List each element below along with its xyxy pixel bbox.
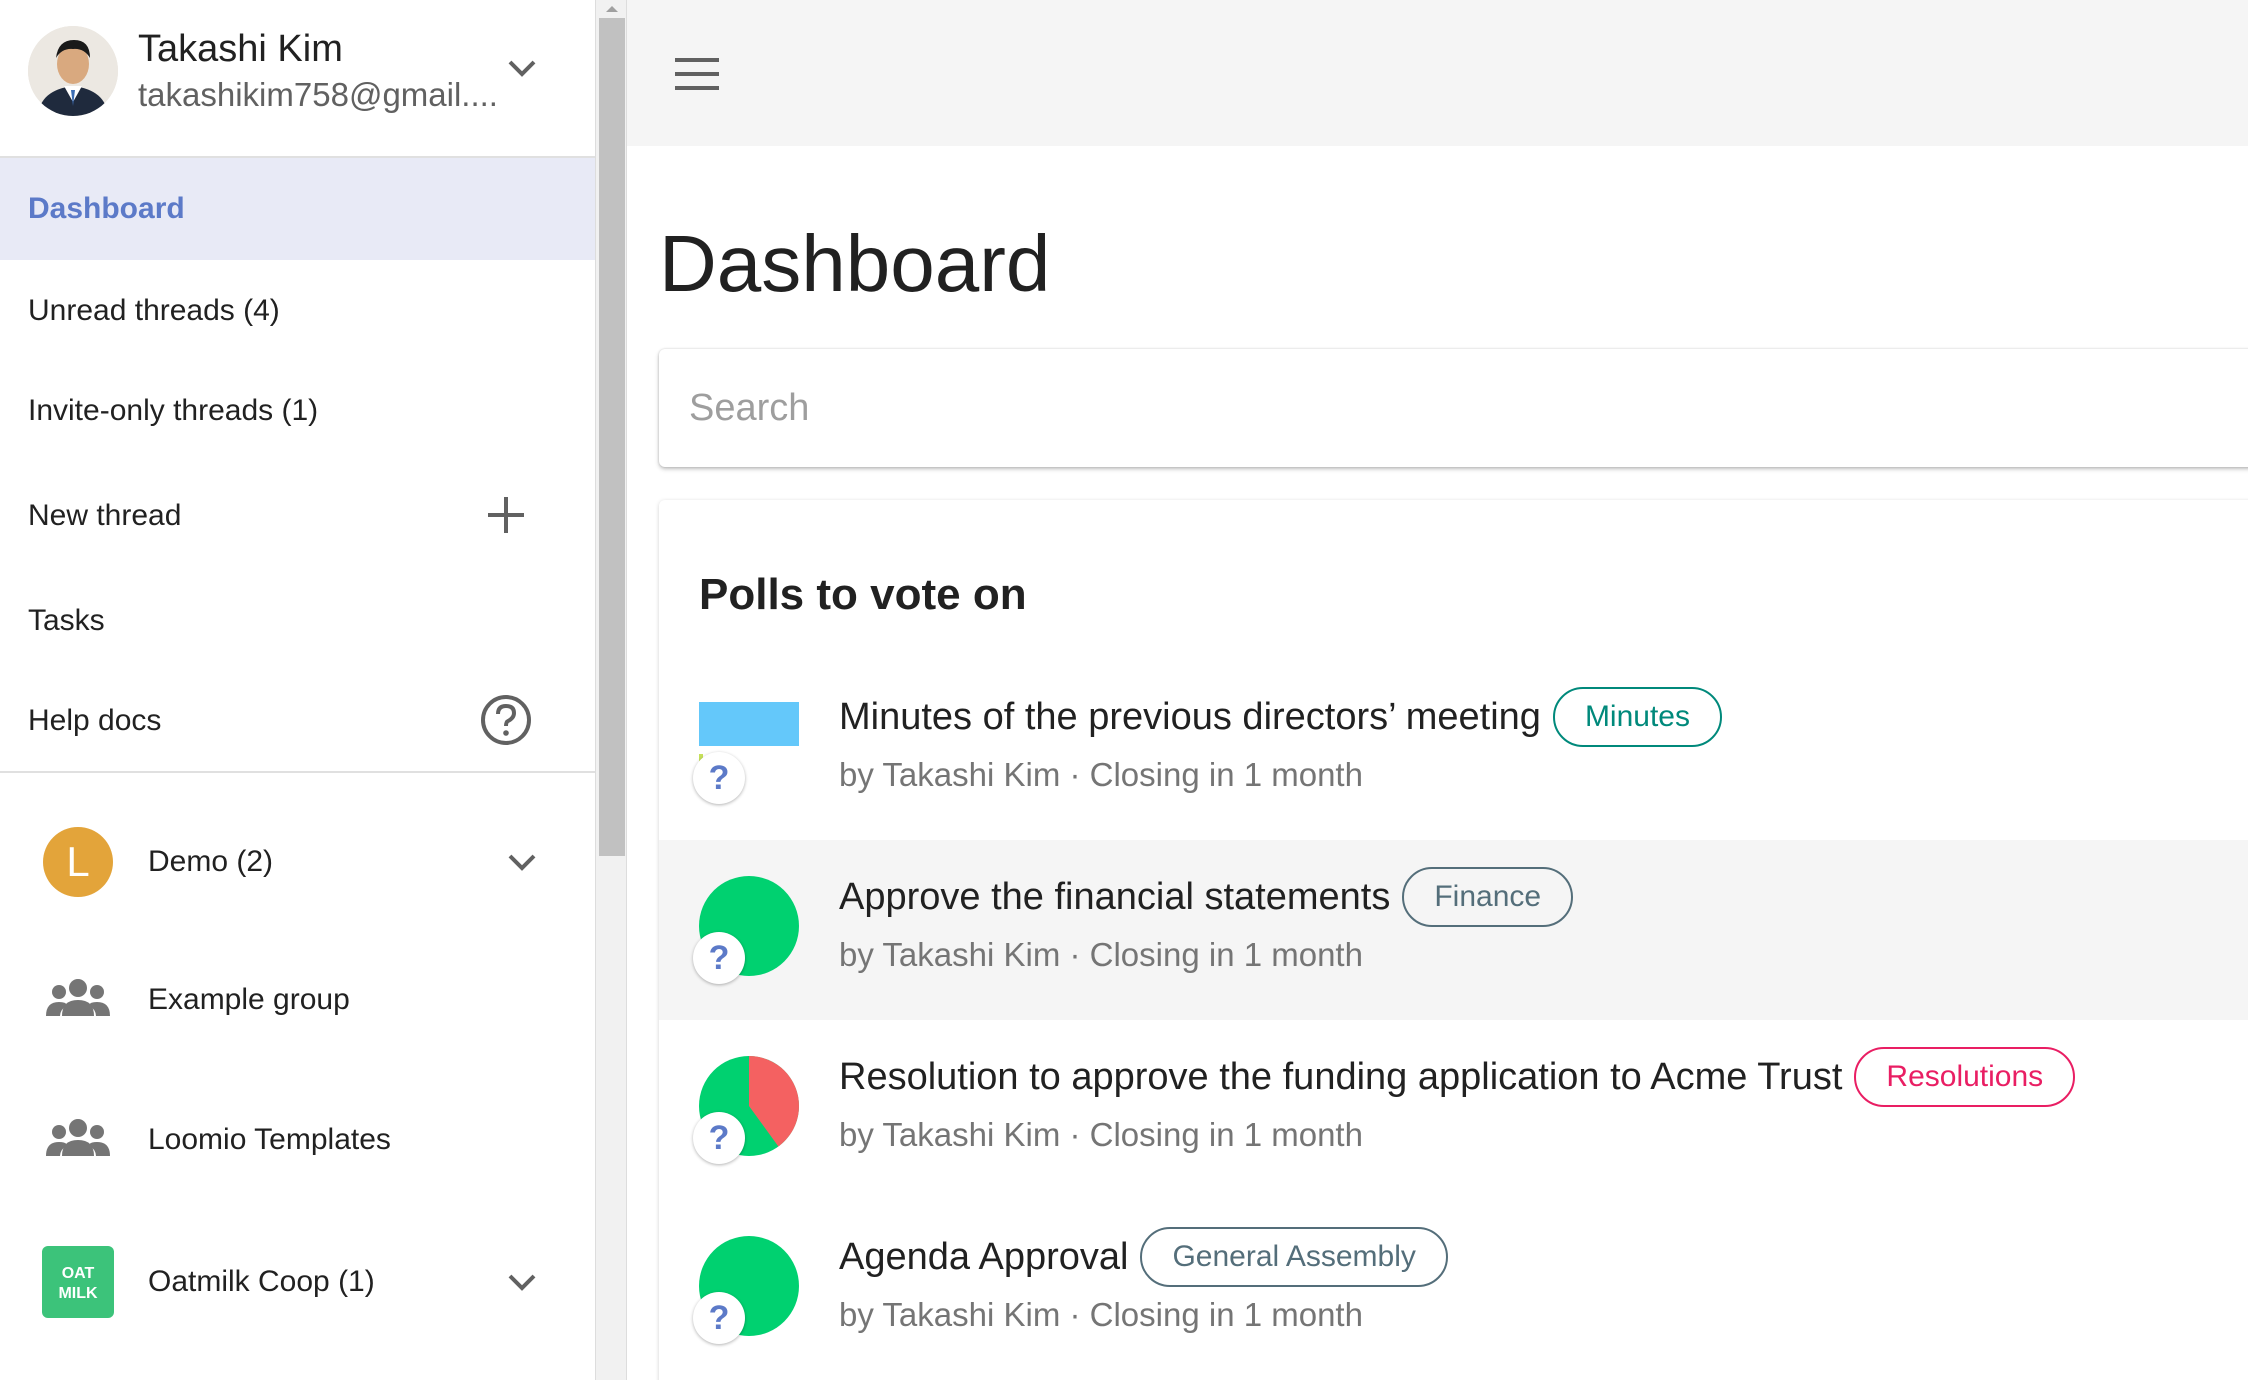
svg-text:OAT: OAT	[62, 1265, 95, 1282]
nav-new-thread[interactable]: New thread	[0, 465, 595, 567]
nav-help-docs-label: Help docs	[28, 704, 162, 737]
group-icon	[46, 1119, 110, 1156]
nav-unread-threads[interactable]: Unread threads (4)	[0, 260, 595, 362]
poll-title[interactable]: Approve the financial statements	[839, 876, 1390, 919]
poll-row[interactable]: ? Agenda Approval General Assembly by Ta…	[659, 1200, 2248, 1380]
card-title: Polls to vote on	[699, 570, 1027, 619]
nav-dashboard[interactable]: Dashboard	[0, 158, 595, 260]
nav-invite-only-threads[interactable]: Invite-only threads (1)	[0, 360, 595, 462]
user-name: Takashi Kim	[138, 28, 343, 70]
poll-title[interactable]: Resolution to approve the funding applic…	[839, 1056, 1842, 1099]
poll-row[interactable]: ? Minutes of the previous directors’ mee…	[659, 660, 2248, 840]
polls-card: Polls to vote on ? Minutes of the previo…	[659, 500, 2248, 1380]
page-title: Dashboard	[659, 219, 1051, 308]
poll-row[interactable]: ? Approve the financial statements Finan…	[659, 840, 2248, 1020]
nav-tasks-label: Tasks	[28, 604, 105, 637]
sidebar-scrollbar[interactable]	[595, 0, 627, 1380]
poll-bar	[699, 702, 799, 746]
group-icon	[46, 979, 110, 1016]
nav-invite-only-label: Invite-only threads (1)	[28, 394, 319, 427]
dashboard-content: Dashboard Polls to vote on ? Minutes of …	[627, 146, 2248, 1380]
question-mark-icon: ?	[693, 1112, 745, 1164]
poll-meta: by Takashi Kim · Closing in 1 month	[839, 756, 1363, 793]
poll-tag[interactable]: General Assembly	[1140, 1227, 1448, 1287]
group-item-oatmilk-coop[interactable]: OAT MILK Oatmilk Coop (1)	[0, 1222, 595, 1342]
group-label-example: Example group	[148, 983, 350, 1016]
question-mark-icon: ?	[693, 1292, 745, 1344]
chevron-down-icon[interactable]	[502, 842, 542, 882]
group-label-oatmilk-coop: Oatmilk Coop (1)	[148, 1265, 375, 1298]
user-email: takashikim758@gmail....	[138, 76, 498, 113]
chevron-down-icon[interactable]	[502, 48, 542, 88]
group-label-loomio-templates: Loomio Templates	[148, 1123, 391, 1156]
nav-dashboard-label: Dashboard	[28, 192, 185, 225]
user-avatar[interactable]	[28, 26, 118, 116]
nav-help-docs[interactable]: Help docs	[0, 670, 595, 772]
svg-text:MILK: MILK	[58, 1285, 98, 1302]
menu-icon[interactable]	[671, 48, 723, 100]
plus-icon	[488, 497, 524, 533]
group-item-demo[interactable]: L Demo (2)	[0, 802, 595, 922]
help-circle-icon	[481, 695, 531, 745]
chevron-down-icon[interactable]	[502, 1262, 542, 1302]
sidebar: Takashi Kim takashikim758@gmail.... Dash…	[0, 0, 595, 1380]
group-item-example[interactable]: Example group	[0, 940, 595, 1060]
letter-avatar-icon: L	[43, 827, 113, 897]
poll-tag[interactable]: Resolutions	[1854, 1047, 2076, 1107]
poll-row[interactable]: ? Resolution to approve the funding appl…	[659, 1020, 2248, 1200]
nav-new-thread-label: New thread	[28, 499, 182, 532]
group-label-demo: Demo (2)	[148, 845, 274, 878]
poll-tag[interactable]: Minutes	[1552, 687, 1722, 747]
search-input[interactable]	[689, 349, 1889, 467]
nav-unread-label: Unread threads (4)	[28, 294, 280, 327]
main-area: Dashboard Polls to vote on ? Minutes of …	[627, 0, 2248, 1380]
nav-tasks[interactable]: Tasks	[0, 570, 595, 672]
poll-meta: by Takashi Kim · Closing in 1 month	[839, 1296, 1363, 1333]
poll-title[interactable]: Agenda Approval	[839, 1236, 1128, 1279]
question-mark-icon: ?	[693, 932, 745, 984]
poll-meta: by Takashi Kim · Closing in 1 month	[839, 936, 1363, 973]
poll-tag[interactable]: Finance	[1402, 867, 1574, 927]
user-header[interactable]: Takashi Kim takashikim758@gmail....	[0, 0, 595, 158]
poll-title[interactable]: Minutes of the previous directors’ meeti…	[839, 696, 1541, 739]
sidebar-divider	[0, 771, 595, 773]
scrollbar-thumb[interactable]	[599, 18, 625, 856]
poll-meta: by Takashi Kim · Closing in 1 month	[839, 1116, 1363, 1153]
letter-avatar-letter: L	[66, 838, 89, 885]
search-box[interactable]	[659, 349, 2248, 467]
group-item-loomio-templates[interactable]: Loomio Templates	[0, 1080, 595, 1200]
question-mark-icon: ?	[693, 752, 745, 804]
scroll-up-arrow-icon[interactable]	[602, 2, 622, 16]
top-app-bar	[627, 0, 2248, 146]
oatmilk-logo-icon: OAT MILK	[42, 1246, 114, 1318]
